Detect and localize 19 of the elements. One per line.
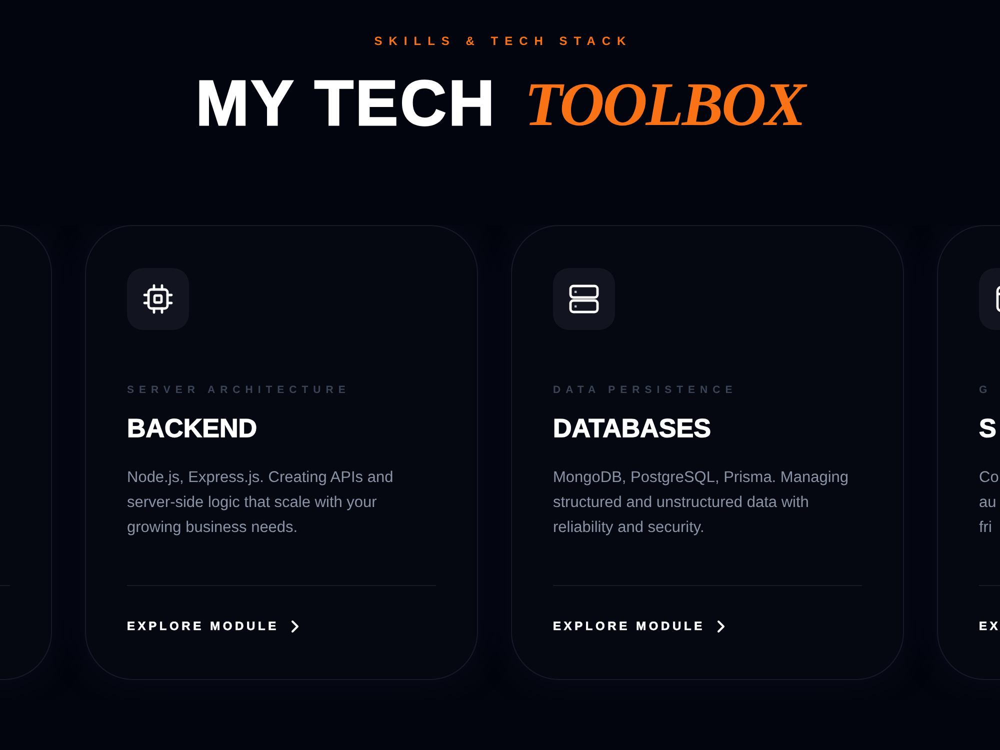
- chevron-right-icon: [717, 620, 726, 632]
- explore-module-link[interactable]: EXPLORE MODULE: [127, 618, 300, 634]
- section-eyebrow: SKILLS & TECH STACK: [374, 34, 626, 48]
- chevron-right-icon: [291, 620, 300, 632]
- cpu-icon: [127, 268, 189, 330]
- section-title-accent: TOOLBOX: [524, 70, 804, 140]
- card-description: Node.js, Express.js. Creating APIs and server-side logic that scale with your growing business needs.: [127, 468, 394, 538]
- card-overline: G: [979, 384, 988, 396]
- section-title: MY TECH: [196, 68, 497, 138]
- explore-module-link[interactable]: EXPLORE MODULE: [553, 618, 726, 634]
- card-overline: DATA PERSISTENCE: [553, 384, 732, 396]
- card-title: DATABASES: [553, 413, 711, 443]
- card-description: Co au fri: [979, 468, 999, 538]
- card-overline: SERVER ARCHITECTURE: [127, 384, 346, 396]
- card-title: S: [979, 413, 996, 443]
- server-icon: [553, 268, 615, 330]
- explore-module-link[interactable]: EX: [979, 618, 998, 634]
- card-title: BACKEND: [127, 413, 257, 443]
- card-description: MongoDB, PostgreSQL, Prisma. Managing structured and unstructured data with reliability and security.: [553, 468, 850, 538]
